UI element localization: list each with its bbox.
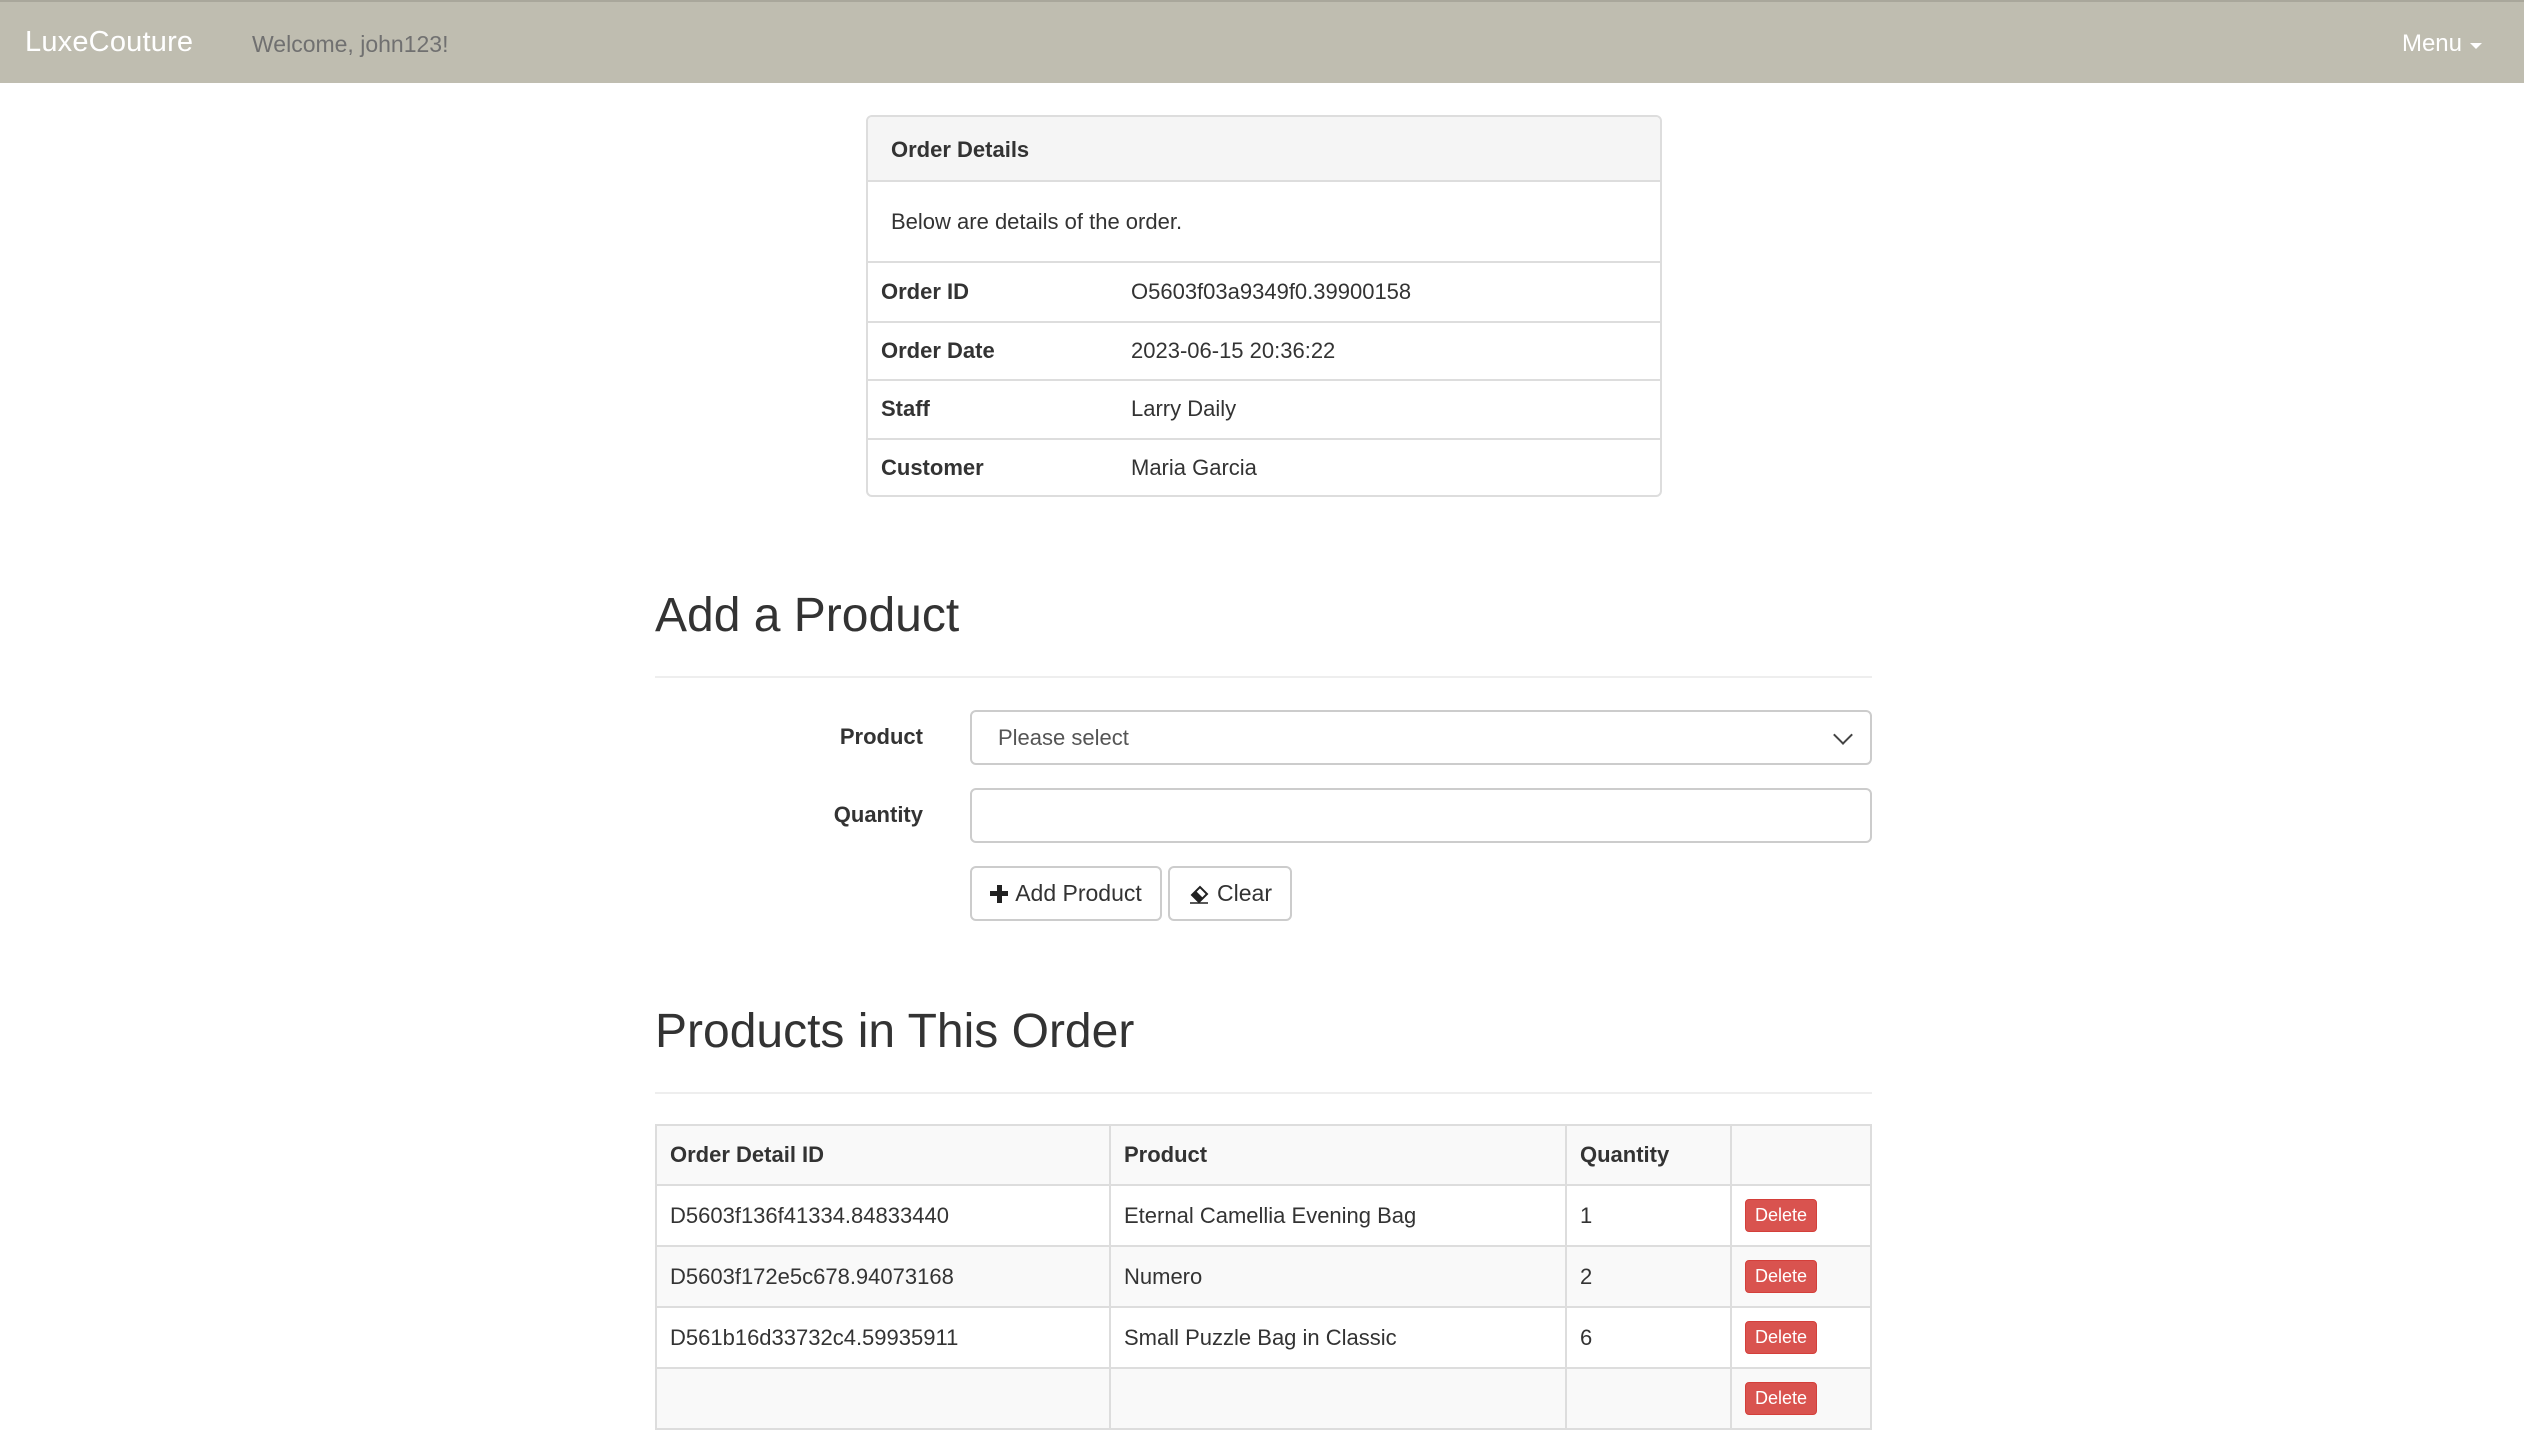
product-select[interactable]: Please select xyxy=(970,710,1872,765)
order-detail-id-cell: D5603f172e5c678.94073168 xyxy=(657,1246,1111,1308)
product-cell: Small Puzzle Bag in Classic xyxy=(1110,1307,1567,1369)
section-divider xyxy=(655,1092,1872,1094)
table-row: D5603f136f41334.84833440 Eternal Camelli… xyxy=(657,1185,1870,1247)
chevron-down-icon xyxy=(1833,725,1853,745)
product-cell: Numero xyxy=(1110,1246,1567,1308)
add-product-button-label: Add Product xyxy=(1015,880,1142,906)
quantity-cell: 1 xyxy=(1566,1185,1732,1247)
detail-row-order-date: Order Date 2023-06-15 20:36:22 xyxy=(868,322,1660,380)
clear-button[interactable]: Clear xyxy=(1168,866,1292,921)
panel-description: Below are details of the order. xyxy=(868,182,1660,263)
detail-label: Staff xyxy=(881,396,930,422)
order-detail-id-cell: D561b16d33732c4.59935911 xyxy=(657,1307,1111,1369)
detail-row-order-id: Order ID O5603f03a9349f0.39900158 xyxy=(868,263,1660,322)
delete-button[interactable]: Delete xyxy=(1745,1259,1818,1294)
add-product-title: Add a Product xyxy=(655,589,960,642)
eraser-icon xyxy=(1190,885,1209,904)
order-detail-id-cell: D5603f136f41334.84833440 xyxy=(657,1185,1111,1247)
delete-button[interactable]: Delete xyxy=(1745,1320,1818,1355)
menu-dropdown-toggle[interactable]: Menu xyxy=(2402,30,2482,58)
product-label: Product xyxy=(839,724,923,749)
column-header-quantity: Quantity xyxy=(1566,1126,1732,1186)
quantity-cell: 6 xyxy=(1566,1307,1732,1369)
delete-button[interactable]: Delete xyxy=(1745,1381,1818,1416)
detail-row-staff: Staff Larry Daily xyxy=(868,380,1660,439)
delete-button[interactable]: Delete xyxy=(1745,1198,1818,1233)
welcome-message: Welcome, john123! xyxy=(252,31,449,57)
panel-heading: Order Details xyxy=(868,117,1660,182)
actions-cell: Delete xyxy=(1731,1368,1870,1430)
add-product-button[interactable]: Add Product xyxy=(970,866,1162,921)
detail-value: 2023-06-15 20:36:22 xyxy=(1131,337,1336,363)
product-cell: Eternal Camellia Evening Bag xyxy=(1110,1185,1567,1247)
actions-cell: Delete xyxy=(1731,1246,1870,1308)
quantity-label: Quantity xyxy=(833,802,923,827)
order-details-panel: Order Details Below are details of the o… xyxy=(866,115,1662,497)
detail-value: O5603f03a9349f0.39900158 xyxy=(1131,278,1412,304)
column-header-actions xyxy=(1731,1126,1870,1186)
order-details-table: Order ID O5603f03a9349f0.39900158 Order … xyxy=(868,263,1660,496)
menu-label: Menu xyxy=(2401,30,2462,57)
table-header-row: Order Detail ID Product Quantity xyxy=(657,1126,1870,1186)
quantity-cell xyxy=(1566,1368,1732,1430)
quantity-cell: 2 xyxy=(1566,1246,1732,1308)
products-title: Products in This Order xyxy=(655,1005,1135,1058)
column-header-product: Product xyxy=(1110,1126,1567,1186)
table-row: D561b16d33732c4.59935911 Small Puzzle Ba… xyxy=(657,1307,1870,1369)
column-header-order-detail-id: Order Detail ID xyxy=(657,1126,1111,1186)
quantity-input[interactable] xyxy=(970,788,1872,843)
detail-value: Maria Garcia xyxy=(1131,455,1257,481)
product-cell xyxy=(1110,1368,1567,1430)
actions-cell: Delete xyxy=(1731,1185,1870,1247)
detail-label: Order ID xyxy=(881,278,970,304)
detail-label: Customer xyxy=(881,455,984,481)
detail-value: Larry Daily xyxy=(1131,396,1237,422)
products-table: Order Detail ID Product Quantity D5603f1… xyxy=(657,1126,1870,1430)
brand-logo[interactable]: LuxeCouture xyxy=(25,26,193,59)
product-select-value: Please select xyxy=(998,725,1129,750)
products-table-wrapper: Order Detail ID Product Quantity D5603f1… xyxy=(655,1124,1872,1430)
top-navbar: LuxeCouture Welcome, john123! Menu xyxy=(0,0,2524,83)
table-row: D5603f172e5c678.94073168 Numero 2 Delete xyxy=(657,1246,1870,1308)
detail-row-customer: Customer Maria Garcia xyxy=(868,439,1660,496)
caret-down-icon xyxy=(2470,42,2482,49)
plus-icon xyxy=(990,884,1009,903)
section-divider xyxy=(655,676,1872,678)
actions-cell: Delete xyxy=(1731,1307,1870,1369)
table-row: Delete xyxy=(657,1368,1870,1430)
order-detail-id-cell xyxy=(657,1368,1111,1430)
clear-button-label: Clear xyxy=(1217,880,1272,906)
detail-label: Order Date xyxy=(881,337,995,363)
